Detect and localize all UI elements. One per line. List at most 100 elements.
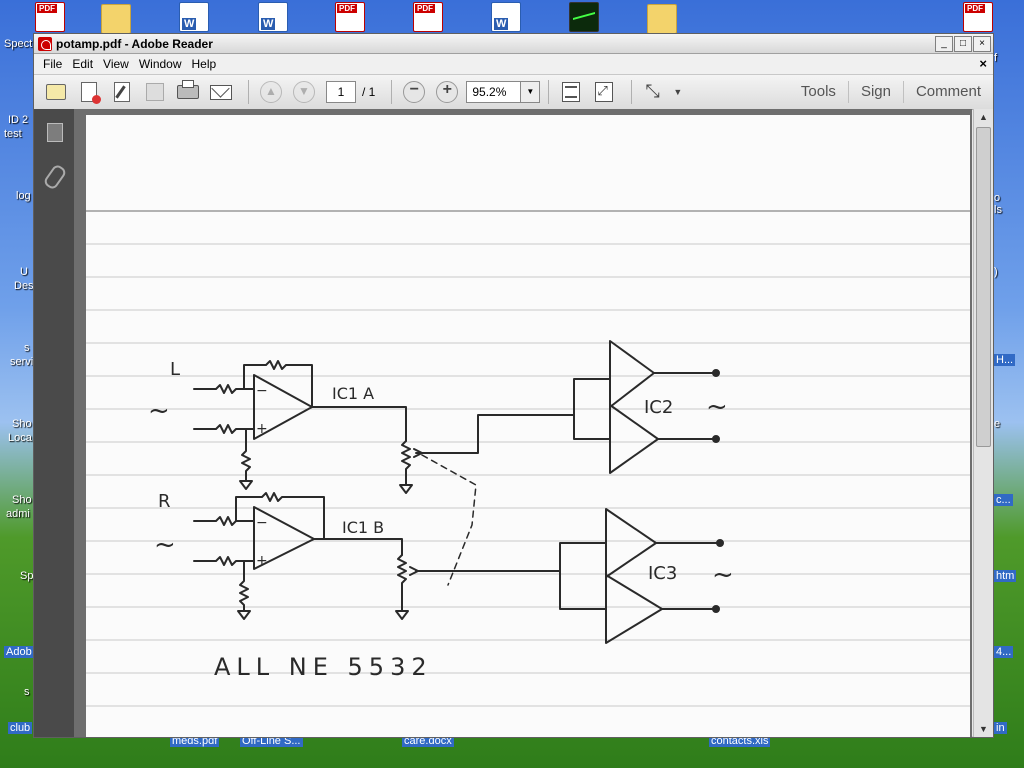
menu-view[interactable]: View	[98, 57, 134, 71]
fit-page-icon	[595, 82, 614, 102]
zoom-in-button[interactable]	[433, 79, 461, 105]
fit-width-icon	[562, 82, 581, 102]
adobe-reader-icon	[38, 36, 52, 51]
desktop-label[interactable]: in	[994, 722, 1007, 734]
desktop-label[interactable]: )	[994, 266, 998, 278]
desktop-label[interactable]: servi	[10, 356, 33, 368]
toolbar-options-caret-icon[interactable]: ▼	[673, 87, 682, 97]
tools-link[interactable]: Tools	[789, 81, 848, 103]
menu-bar: File Edit View Window Help ×	[34, 54, 993, 75]
title-bar[interactable]: potamp.pdf - Adobe Reader _ □ ×	[34, 34, 993, 54]
desktop-label[interactable]: c...	[994, 494, 1013, 506]
desktop-label[interactable]: s	[24, 342, 30, 354]
desktop-label[interactable]: Loca	[8, 432, 32, 444]
label-ic1b-plus: +	[256, 553, 268, 569]
vertical-scrollbar[interactable]: ▲ ▼	[973, 109, 993, 737]
minimize-button[interactable]: _	[935, 36, 953, 52]
fit-page-button[interactable]	[590, 79, 618, 105]
zoom-out-button[interactable]	[400, 79, 428, 105]
read-mode-button[interactable]	[640, 79, 668, 105]
scrolling-mode-button[interactable]	[557, 79, 585, 105]
desktop-word-icon[interactable]	[476, 2, 536, 34]
open-button[interactable]	[42, 79, 70, 105]
next-page-button[interactable]	[290, 79, 318, 105]
create-pdf-button[interactable]	[75, 79, 103, 105]
page-number-input[interactable]: 1	[326, 81, 356, 103]
desktop-pdf-icon[interactable]	[398, 2, 458, 34]
desktop-label[interactable]: H...	[994, 354, 1016, 366]
scroll-up-icon[interactable]: ▲	[974, 109, 993, 125]
menu-help[interactable]: Help	[187, 57, 222, 71]
open-folder-icon	[46, 84, 66, 100]
desktop-label[interactable]: s	[24, 686, 30, 698]
ruled-lines	[86, 210, 970, 707]
maximize-button[interactable]: □	[954, 36, 972, 52]
desktop-label[interactable]: Sho	[12, 418, 32, 430]
attachments-button[interactable]	[42, 163, 68, 191]
desktop-label[interactable]: htm	[994, 570, 1017, 582]
close-document-icon[interactable]: ×	[979, 56, 987, 71]
toolbar-divider	[548, 80, 550, 104]
desktop-folder-icon[interactable]	[632, 4, 692, 36]
pages-icon	[44, 120, 63, 142]
desktop-label[interactable]: 4...	[994, 646, 1014, 658]
arrow-up-icon	[260, 81, 282, 103]
scroll-down-icon[interactable]: ▼	[974, 721, 993, 737]
desktop-label[interactable]: e	[994, 418, 1000, 430]
arrow-down-icon	[293, 81, 315, 103]
save-disk-icon	[146, 83, 164, 101]
edit-button[interactable]	[108, 79, 136, 105]
desktop-folder-icon[interactable]	[86, 4, 146, 36]
desktop-label[interactable]: Sp	[20, 570, 33, 582]
desktop-label[interactable]: Des	[14, 280, 34, 292]
menu-edit[interactable]: Edit	[67, 57, 98, 71]
expand-arrows-icon	[645, 81, 663, 102]
desktop-label[interactable]: Adob	[4, 646, 34, 658]
desktop-label[interactable]: admi	[6, 508, 30, 520]
navigation-pane	[34, 109, 74, 737]
paperclip-icon	[42, 163, 68, 191]
print-button[interactable]	[174, 79, 202, 105]
label-ic3-tilde: ~	[712, 560, 734, 590]
label-ic2: IC2	[644, 397, 673, 418]
reader-content: L ~ R ~ − + − + IC1 A IC1 B IC2 ~ IC3 ~	[34, 109, 993, 737]
previous-page-button[interactable]	[257, 79, 285, 105]
save-button[interactable]	[141, 79, 169, 105]
menu-file[interactable]: File	[38, 57, 67, 71]
ic1a-opamp	[193, 360, 575, 494]
chevron-down-icon[interactable]: ▼	[520, 82, 540, 102]
document-area[interactable]: L ~ R ~ − + − + IC1 A IC1 B IC2 ~ IC3 ~	[74, 109, 972, 737]
desktop-label[interactable]: U	[20, 266, 28, 278]
desktop-pdf-icon[interactable]	[948, 2, 1008, 34]
handwritten-schematic: L ~ R ~ − + − + IC1 A IC1 B IC2 ~ IC3 ~	[86, 210, 970, 707]
desktop-label[interactable]: o	[994, 192, 1000, 204]
scroll-thumb[interactable]	[976, 127, 991, 447]
desktop-pdf-icon[interactable]	[320, 2, 380, 34]
desktop-word-icon[interactable]	[243, 2, 303, 34]
label-ic2-tilde: ~	[706, 392, 728, 422]
email-button[interactable]	[207, 79, 235, 105]
desktop-label[interactable]: Spect	[4, 38, 32, 50]
zoom-select[interactable]: 95.2% ▼	[466, 81, 541, 103]
desktop-label[interactable]: f	[994, 52, 997, 64]
desktop-label[interactable]: ID 2	[8, 114, 28, 126]
zoom-value[interactable]: 95.2%	[467, 82, 520, 102]
desktop-label[interactable]: ls	[994, 204, 1002, 216]
desktop-label[interactable]: Sho	[12, 494, 32, 506]
menu-window[interactable]: Window	[134, 57, 187, 71]
comment-link[interactable]: Comment	[902, 81, 993, 103]
desktop-label[interactable]: test	[4, 128, 22, 140]
desktop-word-icon[interactable]	[164, 2, 224, 34]
plus-icon	[436, 81, 459, 103]
window-controls: _ □ ×	[935, 36, 991, 52]
desktop-label[interactable]: log	[16, 190, 31, 202]
label-ic3: IC3	[648, 563, 677, 584]
desktop-label[interactable]: club	[8, 722, 33, 734]
label-right-tilde: ~	[154, 530, 176, 560]
close-button[interactable]: ×	[973, 36, 991, 52]
desktop-pdf-icon[interactable]	[20, 2, 80, 34]
sign-link[interactable]: Sign	[847, 81, 903, 103]
page-thumbnails-button[interactable]	[44, 120, 64, 143]
adobe-reader-window: potamp.pdf - Adobe Reader _ □ × File Edi…	[33, 33, 994, 738]
desktop-oscilloscope-icon[interactable]	[554, 2, 614, 34]
